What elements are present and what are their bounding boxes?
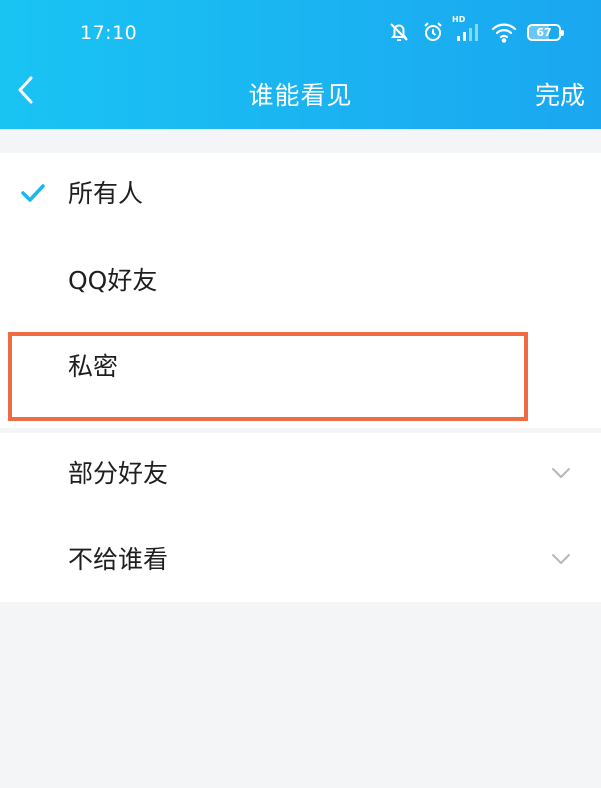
check-icon [21, 184, 45, 202]
alarm-icon [421, 20, 445, 44]
page-title: 谁能看见 [248, 81, 353, 110]
status-icons: HD 67 [387, 15, 564, 44]
battery-text: 67 [536, 25, 552, 39]
option-hide-from[interactable]: 不给谁看 [0, 519, 601, 603]
custom-visibility-list: 部分好友 不给谁看 [0, 433, 601, 602]
option-label: 部分好友 [68, 459, 169, 488]
mute-icon [387, 20, 411, 44]
signal-icon: HD [452, 15, 481, 43]
wifi-icon [491, 21, 517, 43]
chevron-down-icon [552, 554, 570, 564]
status-time: 17:10 [80, 22, 138, 44]
option-private[interactable]: 私密 [0, 326, 601, 410]
done-button[interactable]: 完成 [535, 76, 585, 112]
option-label: QQ好友 [68, 266, 158, 295]
option-qq-friends[interactable]: QQ好友 [0, 240, 601, 324]
network-label: HD [452, 15, 466, 24]
chevron-down-icon [552, 468, 570, 478]
option-label: 私密 [68, 352, 119, 381]
header: 17:10 HD 67 谁能看见 完成 [0, 0, 601, 129]
option-label: 不给谁看 [68, 545, 169, 574]
battery-icon: 67 [527, 23, 564, 41]
privacy-options-list: 所有人 QQ好友 私密 [0, 153, 601, 428]
option-some-friends[interactable]: 部分好友 [0, 433, 601, 517]
option-label: 所有人 [68, 179, 144, 208]
option-everyone[interactable]: 所有人 [0, 153, 601, 237]
